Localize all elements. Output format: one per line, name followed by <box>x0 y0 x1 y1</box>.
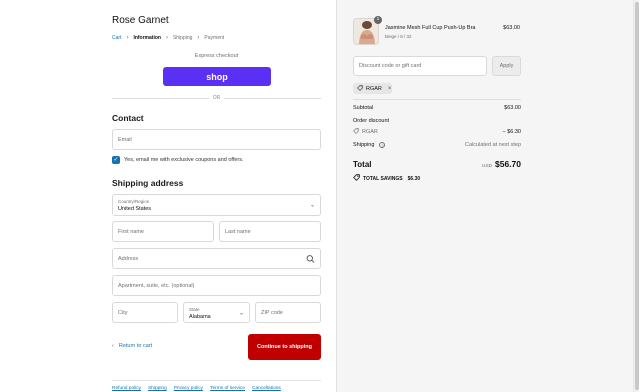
newsletter-label: Yes, email me with exclusive coupons and… <box>124 157 244 163</box>
email-placeholder: Email <box>118 136 132 143</box>
first-name-placeholder: First name <box>118 228 144 235</box>
total-savings: TOTAL SAVINGS $6.30 <box>353 174 420 183</box>
shipping-label-wrap: Shipping ? <box>353 142 386 148</box>
newsletter-option[interactable]: ✓ Yes, email me with exclusive coupons a… <box>112 156 244 164</box>
city-placeholder: City <box>118 309 128 316</box>
total-currency: USD <box>481 164 492 169</box>
order-discount-row: Order discount <box>353 118 521 124</box>
chevron-right-icon: › <box>126 35 129 41</box>
return-to-cart-link[interactable]: ‹ Return to cart <box>112 343 152 349</box>
quantity-badge: 1 <box>374 16 382 24</box>
or-divider: OR <box>112 94 321 102</box>
total-value-wrap: USD $56.70 <box>482 159 521 169</box>
first-name-field[interactable]: First name <box>112 221 214 242</box>
chevron-left-icon: ‹ <box>112 343 114 349</box>
info-icon[interactable]: ? <box>379 142 386 148</box>
order-discount-label: Order discount <box>353 118 390 124</box>
product-variant: Beige / 8 / 32 <box>385 34 412 39</box>
total-label: Total <box>353 159 372 169</box>
tag-icon <box>357 84 363 93</box>
shop-pay-button[interactable]: shop <box>163 67 271 86</box>
shipping-value: Calculated at next step <box>465 142 521 148</box>
discount-placeholder: Discount code or gift card <box>359 63 422 69</box>
product-price: $63.00 <box>503 25 520 31</box>
scrollbar-thumb[interactable] <box>635 2 639 390</box>
refund-policy-link[interactable]: Refund policy <box>112 386 141 391</box>
savings-label: TOTAL SAVINGS <box>363 175 403 182</box>
order-discount-code: RGAR <box>353 128 378 136</box>
total-value: $56.70 <box>495 159 521 169</box>
privacy-policy-link[interactable]: Privacy policy <box>174 386 203 391</box>
return-to-cart-label: Return to cart <box>118 343 153 349</box>
email-field[interactable]: Email <box>112 129 321 150</box>
subtotal-row: Subtotal $63.00 <box>353 105 521 111</box>
breadcrumb-shipping: Shipping <box>172 35 193 41</box>
divider-line <box>224 97 321 99</box>
apartment-field[interactable]: Apartment, suite, etc. (optional) <box>112 275 321 296</box>
state-label: State <box>189 307 200 312</box>
subtotal-value: $63.00 <box>504 105 521 111</box>
country-select[interactable]: Country/Region United States ⌄ <box>112 194 321 216</box>
address-field[interactable]: Address <box>112 248 321 269</box>
shipping-row: Shipping ? Calculated at next step <box>353 142 521 148</box>
continue-to-shipping-button[interactable]: Continue to shipping <box>248 334 321 360</box>
divider-line <box>112 97 209 99</box>
store-name[interactable]: Rose Garnet <box>112 15 169 26</box>
city-field[interactable]: City <box>112 302 178 323</box>
discount-code-field[interactable]: Discount code or gift card <box>353 56 487 76</box>
apply-button[interactable]: Apply <box>492 56 521 76</box>
last-name-field[interactable]: Last name <box>219 221 321 242</box>
order-discount-code-label: RGAR <box>362 129 378 135</box>
zip-field[interactable]: ZIP code <box>255 302 321 323</box>
summary-divider <box>353 99 521 100</box>
search-icon <box>306 254 315 263</box>
checkout-form-panel: Rose Garnet Cart › Information › Shippin… <box>0 0 336 392</box>
product-name: Jasmine Mesh Full Cup Push-Up Bra <box>385 25 476 31</box>
order-discount-value: − $6.30 <box>502 129 521 135</box>
newsletter-checkbox[interactable]: ✓ <box>112 156 120 164</box>
applied-code: RGAR <box>366 85 382 92</box>
country-label: Country/Region <box>118 199 150 204</box>
chevron-down-icon: ⌄ <box>238 310 244 316</box>
remove-discount-icon[interactable]: × <box>388 86 392 92</box>
zip-placeholder: ZIP code <box>261 309 283 316</box>
shipping-label: Shipping <box>353 142 375 148</box>
footer-divider <box>112 380 321 381</box>
country-value: United States <box>118 206 152 212</box>
tag-icon <box>353 174 360 183</box>
cancellations-link[interactable]: Cancellations <box>252 386 281 391</box>
total-row: Total USD $56.70 <box>353 159 521 169</box>
order-discount-code-row: RGAR − $6.30 <box>353 128 521 136</box>
contact-heading: Contact <box>112 113 144 123</box>
chevron-right-icon: › <box>165 35 168 41</box>
shipping-address-heading: Shipping address <box>112 178 184 188</box>
subtotal-label: Subtotal <box>353 105 374 111</box>
terms-of-service-link[interactable]: Terms of service <box>210 386 245 391</box>
breadcrumb: Cart › Information › Shipping › Payment <box>112 35 224 41</box>
or-label: OR <box>212 95 221 101</box>
express-checkout-label: Express checkout <box>194 53 239 59</box>
last-name-placeholder: Last name <box>225 228 251 235</box>
applied-discount-tag: RGAR × <box>353 83 392 94</box>
breadcrumb-information: Information <box>133 35 161 41</box>
chevron-down-icon: ⌄ <box>309 202 315 209</box>
page-scrollbar[interactable] <box>633 0 639 392</box>
address-placeholder: Address <box>118 255 139 262</box>
chevron-right-icon: › <box>197 35 200 41</box>
tag-icon <box>353 128 359 136</box>
savings-value: $6.30 <box>407 175 421 182</box>
breadcrumb-cart[interactable]: Cart <box>112 35 121 41</box>
state-select[interactable]: State Alabama ⌄ <box>183 302 250 323</box>
policy-links: Refund policy Shipping Privacy policy Te… <box>112 386 281 391</box>
breadcrumb-payment: Payment <box>204 35 225 41</box>
shipping-policy-link[interactable]: Shipping <box>148 386 167 391</box>
state-value: Alabama <box>189 314 211 320</box>
apartment-placeholder: Apartment, suite, etc. (optional) <box>118 282 195 289</box>
